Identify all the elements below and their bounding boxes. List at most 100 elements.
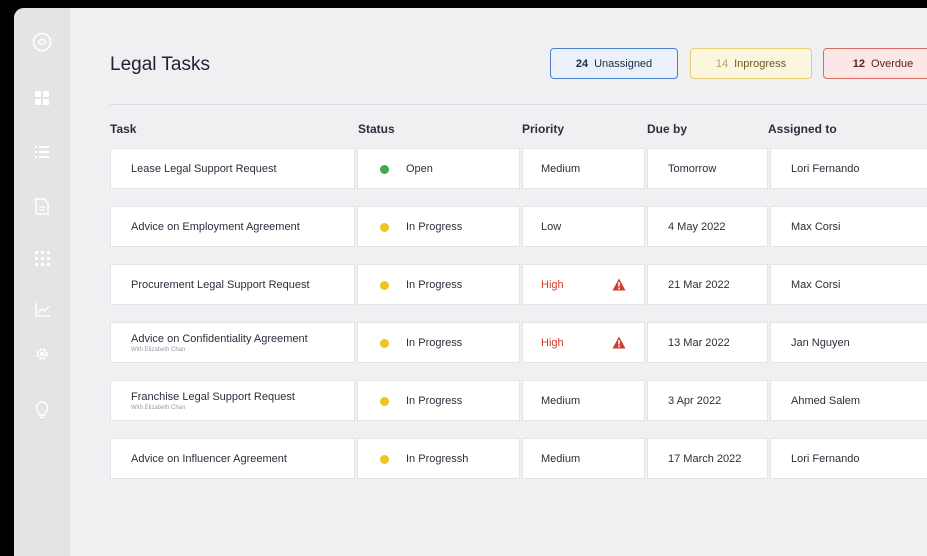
priority-label: High xyxy=(541,336,564,349)
column-header-assigned[interactable]: Assigned to xyxy=(768,122,837,136)
priority-label: Low xyxy=(541,220,562,233)
task-subtitle: With Elizabeth Chan xyxy=(131,346,186,353)
list-icon[interactable] xyxy=(32,142,52,162)
task-title: Advice on Confidentiality Agreement xyxy=(131,332,308,345)
status-cell[interactable]: Open xyxy=(357,148,520,189)
status-cell[interactable]: In Progress xyxy=(357,264,520,305)
priority-label: Medium xyxy=(541,394,581,407)
status-label: Open xyxy=(406,162,433,175)
task-title: Lease Legal Support Request xyxy=(131,162,277,175)
assigned-cell[interactable]: Jan Nguyen xyxy=(770,322,927,363)
main-content: Legal Tasks 24 Unassigned 14 Inprogress … xyxy=(70,8,927,556)
table-row[interactable]: Advice on Confidentiality Agreement With… xyxy=(110,322,927,363)
lightbulb-icon[interactable] xyxy=(32,400,52,420)
assigned-cell[interactable]: Max Corsi xyxy=(770,206,927,247)
column-header-status[interactable]: Status xyxy=(358,122,395,136)
overdue-count: 12 xyxy=(852,57,866,70)
table-row[interactable]: Advice on Influencer Agreement In Progre… xyxy=(110,438,927,479)
table-row[interactable]: Procurement Legal Support Request In Pro… xyxy=(110,264,927,305)
due-date: 17 March 2022 xyxy=(668,452,742,465)
due-cell[interactable]: 3 Apr 2022 xyxy=(647,380,768,421)
assigned-cell[interactable]: Lori Fernando xyxy=(770,148,927,189)
assignee-name: Lori Fernando xyxy=(791,452,860,465)
assigned-cell[interactable]: Ahmed Salem xyxy=(770,380,927,421)
task-title: Advice on Employment Agreement xyxy=(131,220,300,233)
document-icon[interactable] xyxy=(32,196,52,216)
task-title: Advice on Influencer Agreement xyxy=(131,452,287,465)
status-label: In Progressh xyxy=(406,452,469,465)
priority-cell[interactable]: Medium xyxy=(522,380,645,421)
priority-cell[interactable]: Medium xyxy=(522,438,645,479)
task-cell[interactable]: Advice on Influencer Agreement xyxy=(110,438,355,479)
apps-icon[interactable] xyxy=(32,248,52,268)
status-cell[interactable]: In Progressh xyxy=(357,438,520,479)
column-header-task[interactable]: Task xyxy=(110,122,136,136)
status-dot-icon xyxy=(380,339,389,348)
status-dot-icon xyxy=(380,455,389,464)
assignee-name: Lori Fernando xyxy=(791,162,860,175)
priority-cell[interactable]: High xyxy=(522,322,645,363)
status-dot-icon xyxy=(380,165,389,174)
status-cell[interactable]: In Progress xyxy=(357,206,520,247)
chart-icon[interactable] xyxy=(32,300,52,320)
due-date: Tomorrow xyxy=(668,162,717,175)
due-cell[interactable]: 17 March 2022 xyxy=(647,438,768,479)
table-row[interactable]: Advice on Employment Agreement In Progre… xyxy=(110,206,927,247)
task-subtitle: With Elizabeth Chan xyxy=(131,404,186,411)
status-dot-icon xyxy=(380,223,389,232)
table-row[interactable]: Franchise Legal Support Request With Eli… xyxy=(110,380,927,421)
task-cell[interactable]: Advice on Confidentiality Agreement With… xyxy=(110,322,355,363)
priority-cell[interactable]: Low xyxy=(522,206,645,247)
status-cell[interactable]: In Progress xyxy=(357,322,520,363)
status-label: In Progress xyxy=(406,220,463,233)
priority-label: High xyxy=(541,278,564,291)
due-cell[interactable]: Tomorrow xyxy=(647,148,768,189)
sidebar xyxy=(14,8,70,556)
due-date: 13 Mar 2022 xyxy=(668,336,730,349)
priority-label: Medium xyxy=(541,452,581,465)
task-cell[interactable]: Franchise Legal Support Request With Eli… xyxy=(110,380,355,421)
column-header-due[interactable]: Due by xyxy=(647,122,687,136)
page-title: Legal Tasks xyxy=(110,54,210,75)
assigned-cell[interactable]: Max Corsi xyxy=(770,264,927,305)
task-title: Procurement Legal Support Request xyxy=(131,278,310,291)
due-date: 3 Apr 2022 xyxy=(668,394,722,407)
assignee-name: Ahmed Salem xyxy=(791,394,861,407)
grid-icon[interactable] xyxy=(32,88,52,108)
header-divider xyxy=(110,104,927,105)
column-header-priority[interactable]: Priority xyxy=(522,122,564,136)
assignee-name: Max Corsi xyxy=(791,220,841,233)
assigned-cell[interactable]: Lori Fernando xyxy=(770,438,927,479)
status-label: In Progress xyxy=(406,336,463,349)
status-dot-icon xyxy=(380,397,389,406)
due-cell[interactable]: 21 Mar 2022 xyxy=(647,264,768,305)
unassigned-label: Unassigned xyxy=(594,57,653,70)
warning-icon xyxy=(612,278,626,291)
unassigned-count: 24 xyxy=(575,57,589,70)
gear-icon[interactable] xyxy=(32,344,52,364)
status-label: In Progress xyxy=(406,394,463,407)
due-cell[interactable]: 13 Mar 2022 xyxy=(647,322,768,363)
priority-cell[interactable]: High xyxy=(522,264,645,305)
table-row[interactable]: Lease Legal Support Request Open Medium … xyxy=(110,148,927,189)
overdue-filter-button[interactable]: 12 Overdue xyxy=(823,48,927,79)
assignee-name: Max Corsi xyxy=(791,278,841,291)
task-title: Franchise Legal Support Request xyxy=(131,390,295,403)
inprogress-count: 14 xyxy=(715,57,729,70)
warning-icon xyxy=(612,336,626,349)
logo-icon[interactable] xyxy=(32,32,52,52)
status-dot-icon xyxy=(380,281,389,290)
due-date: 4 May 2022 xyxy=(668,220,726,233)
priority-label: Medium xyxy=(541,162,581,175)
app-window: Legal Tasks 24 Unassigned 14 Inprogress … xyxy=(14,8,927,556)
due-cell[interactable]: 4 May 2022 xyxy=(647,206,768,247)
status-cell[interactable]: In Progress xyxy=(357,380,520,421)
task-cell[interactable]: Procurement Legal Support Request xyxy=(110,264,355,305)
task-cell[interactable]: Lease Legal Support Request xyxy=(110,148,355,189)
priority-cell[interactable]: Medium xyxy=(522,148,645,189)
inprogress-filter-button[interactable]: 14 Inprogress xyxy=(690,48,812,79)
task-cell[interactable]: Advice on Employment Agreement xyxy=(110,206,355,247)
assignee-name: Jan Nguyen xyxy=(791,336,850,349)
inprogress-label: Inprogress xyxy=(734,57,787,70)
unassigned-filter-button[interactable]: 24 Unassigned xyxy=(550,48,678,79)
